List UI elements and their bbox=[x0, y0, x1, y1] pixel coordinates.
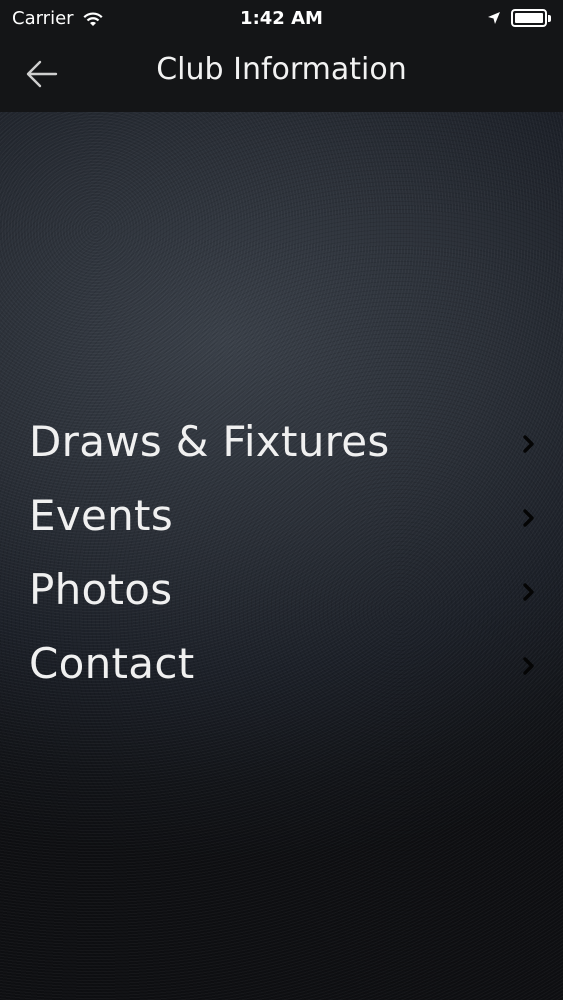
club-information-screen: Carrier 1:42 AM Club Information Draws &… bbox=[0, 0, 563, 1000]
menu-item-label: Events bbox=[29, 490, 174, 540]
menu-item-label: Photos bbox=[29, 564, 173, 614]
menu-item-photos[interactable]: Photos bbox=[0, 552, 563, 626]
page-title: Club Information bbox=[156, 52, 407, 87]
menu-item-label: Contact bbox=[29, 638, 195, 688]
status-bar: Carrier 1:42 AM bbox=[0, 0, 563, 38]
chevron-right-icon bbox=[523, 509, 534, 527]
battery-tip bbox=[548, 14, 551, 22]
chevron-right-icon bbox=[523, 657, 534, 675]
battery-fill bbox=[515, 13, 543, 23]
menu-item-events[interactable]: Events bbox=[0, 478, 563, 552]
club-menu: Draws & Fixtures Events Photos Contact bbox=[0, 404, 563, 700]
menu-item-contact[interactable]: Contact bbox=[0, 626, 563, 700]
battery-icon bbox=[511, 9, 551, 27]
chevron-right-icon bbox=[523, 583, 534, 601]
navigation-bar: Club Information bbox=[0, 38, 563, 112]
menu-item-draws-fixtures[interactable]: Draws & Fixtures bbox=[0, 404, 563, 478]
status-right-group bbox=[487, 9, 551, 27]
menu-item-label: Draws & Fixtures bbox=[29, 416, 390, 466]
status-time: 1:42 AM bbox=[240, 8, 323, 29]
chevron-right-icon bbox=[523, 435, 534, 453]
location-icon bbox=[488, 12, 500, 24]
battery-body bbox=[511, 9, 547, 27]
